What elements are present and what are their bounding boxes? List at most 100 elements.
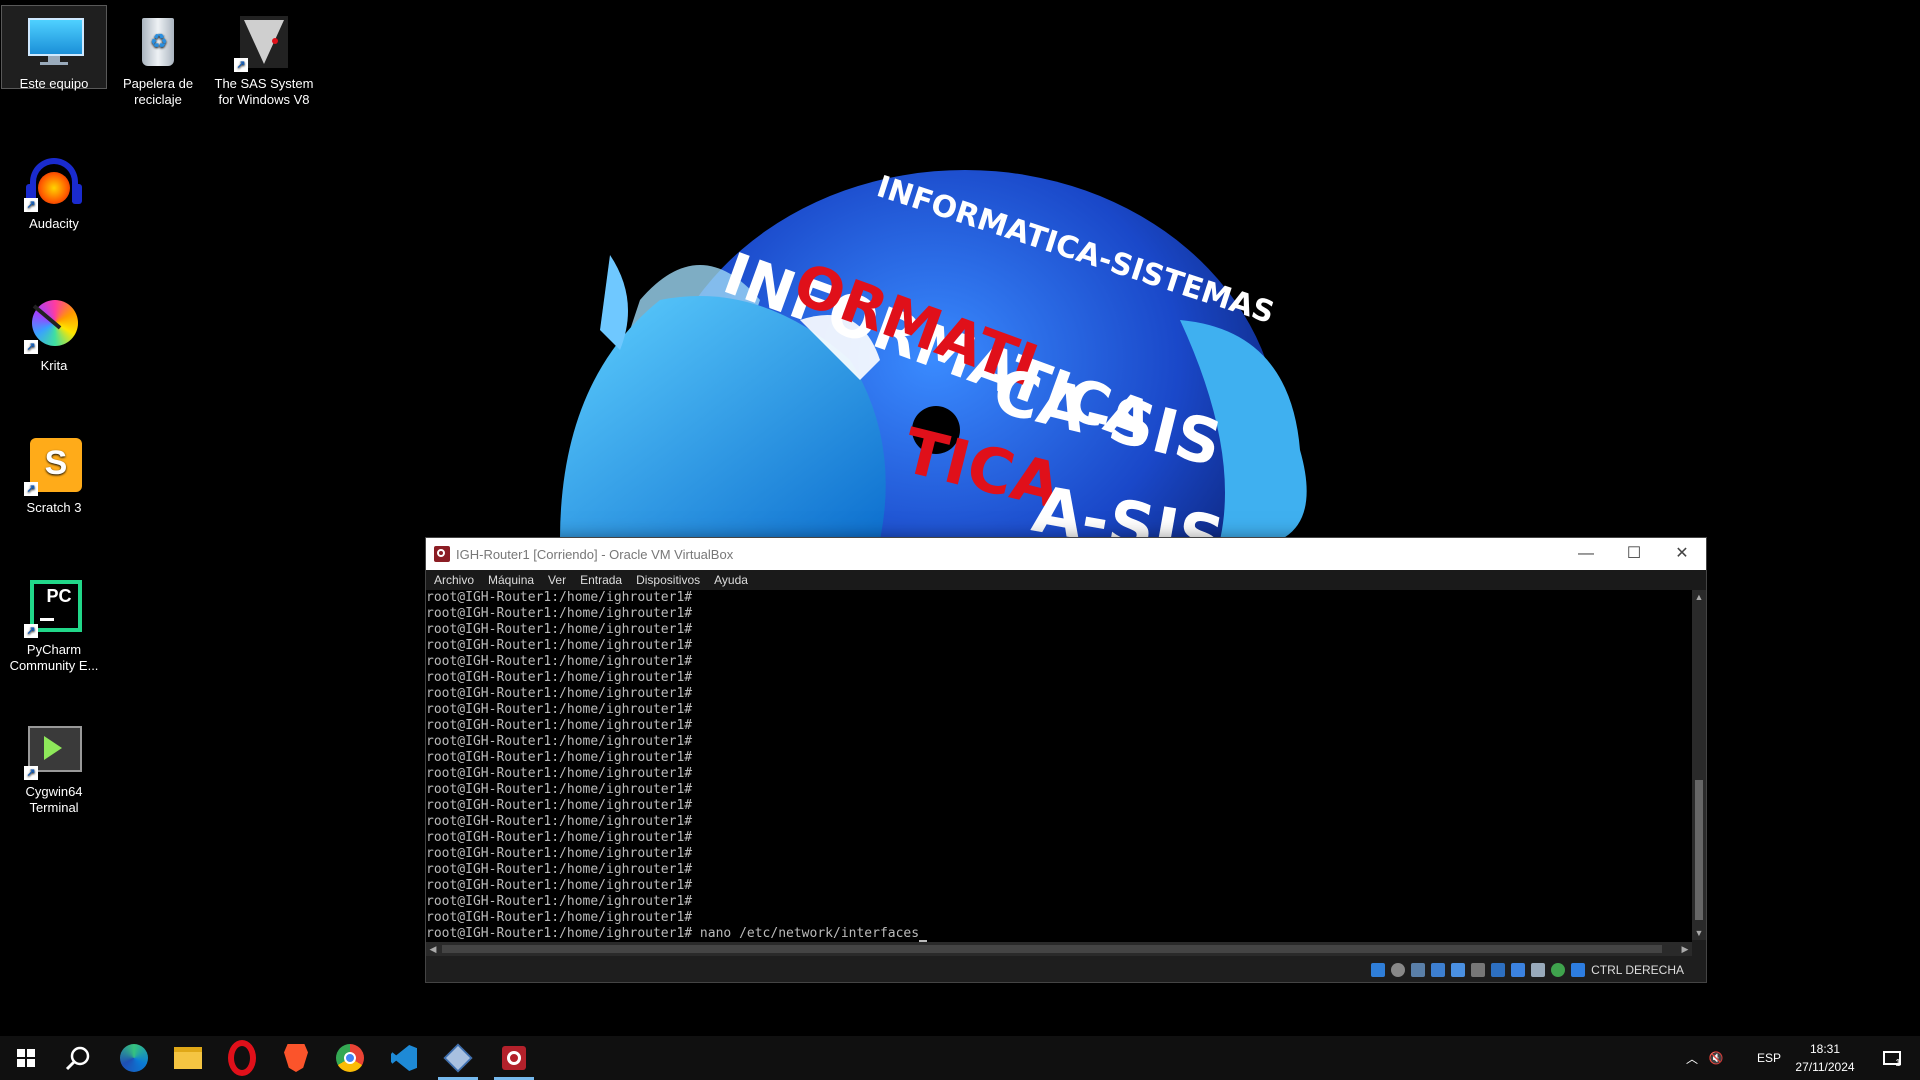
recording-icon[interactable] bbox=[1511, 963, 1526, 977]
menu-ver[interactable]: Ver bbox=[548, 573, 566, 587]
terminal-line: root@IGH-Router1:/home/ighrouter1# bbox=[426, 910, 693, 925]
horizontal-scrollbar[interactable]: ◀ ▶ bbox=[426, 942, 1692, 956]
clock[interactable]: 18:31 27/11/2024 bbox=[1790, 1036, 1860, 1080]
language-label: ESP bbox=[1756, 1051, 1781, 1065]
virtualbox-vm-icon bbox=[434, 546, 450, 562]
desktop-icon-pycharm[interactable]: PC ↗ PyCharm Community E... bbox=[2, 572, 106, 674]
shared-folders-icon[interactable] bbox=[1471, 963, 1486, 977]
terminal-line: root@IGH-Router1:/home/ighrouter1# bbox=[426, 654, 693, 669]
taskbar-vm-window[interactable] bbox=[488, 1036, 540, 1080]
taskbar-opera[interactable] bbox=[216, 1036, 268, 1080]
edge-icon bbox=[120, 1044, 148, 1072]
vt-x-icon[interactable] bbox=[1551, 963, 1566, 977]
shortcut-arrow-icon: ↗ bbox=[24, 340, 38, 354]
mouse-integration-icon[interactable] bbox=[1531, 963, 1546, 977]
search-icon bbox=[65, 1046, 90, 1071]
terminal-line: root@IGH-Router1:/home/ighrouter1# bbox=[426, 782, 693, 797]
desktop-icon-label: Cygwin64 Terminal bbox=[25, 784, 83, 815]
opera-icon bbox=[228, 1040, 256, 1076]
maximize-button[interactable]: ☐ bbox=[1610, 538, 1658, 570]
scrollbar-thumb[interactable] bbox=[1695, 780, 1703, 920]
krita-icon: ↗ bbox=[24, 294, 84, 354]
desktop-icon-label: Papelera de reciclaje bbox=[122, 76, 194, 107]
shortcut-arrow-icon: ↗ bbox=[24, 766, 38, 780]
terminal-line: root@IGH-Router1:/home/ighrouter1# bbox=[426, 814, 693, 829]
menu-bar: Archivo Máquina Ver Entrada Dispositivos… bbox=[426, 570, 1706, 590]
desktop-icon-este-equipo[interactable]: Este equipo bbox=[1, 5, 107, 91]
close-button[interactable]: ✕ bbox=[1658, 538, 1706, 570]
desktop-icon-krita[interactable]: ↗ Krita bbox=[2, 288, 106, 374]
chrome-icon bbox=[336, 1044, 364, 1072]
taskbar: ︿ 🔇 ESP 18:31 27/11/2024 1 bbox=[0, 1036, 1920, 1080]
desktop-icon-audacity[interactable]: ↗ Audacity bbox=[2, 146, 106, 232]
taskbar-edge[interactable] bbox=[108, 1036, 160, 1080]
desktop-icon-label: The SAS System for Windows V8 bbox=[214, 76, 314, 107]
terminal-line: root@IGH-Router1:/home/ighrouter1# bbox=[426, 846, 693, 861]
menu-ayuda[interactable]: Ayuda bbox=[714, 573, 748, 587]
usb-icon[interactable] bbox=[1451, 963, 1466, 977]
terminal-current-line: root@IGH-Router1:/home/ighrouter1# nano … bbox=[426, 926, 1692, 942]
desktop-icon-scratch[interactable]: S ↗ Scratch 3 bbox=[2, 430, 106, 516]
tray-overflow-button[interactable]: ︿ bbox=[1680, 1036, 1704, 1080]
desktop-icon-label: Audacity bbox=[29, 216, 79, 231]
desktop-icon-label: Scratch 3 bbox=[26, 500, 82, 515]
taskbar-chrome[interactable] bbox=[324, 1036, 376, 1080]
taskbar-search-button[interactable] bbox=[52, 1036, 104, 1080]
vm-status-bar: CTRL DERECHA bbox=[426, 958, 1706, 982]
language-indicator[interactable]: ESP bbox=[1752, 1036, 1786, 1080]
host-key-label: CTRL DERECHA bbox=[1591, 963, 1684, 977]
menu-archivo[interactable]: Archivo bbox=[434, 573, 474, 587]
clock-date: 27/11/2024 bbox=[1795, 1060, 1855, 1074]
scratch-icon: S ↗ bbox=[24, 436, 84, 496]
audacity-icon: ↗ bbox=[24, 152, 84, 212]
terminal-line: root@IGH-Router1:/home/ighrouter1# bbox=[426, 590, 693, 605]
scroll-left-icon[interactable]: ◀ bbox=[426, 942, 440, 956]
minimize-button[interactable]: — bbox=[1562, 538, 1610, 570]
terminal-line: root@IGH-Router1:/home/ighrouter1# bbox=[426, 830, 693, 845]
terminal-line: root@IGH-Router1:/home/ighrouter1# bbox=[426, 638, 693, 653]
start-button[interactable] bbox=[0, 1036, 52, 1080]
menu-entrada[interactable]: Entrada bbox=[580, 573, 622, 587]
terminal-line: root@IGH-Router1:/home/ighrouter1# bbox=[426, 622, 693, 637]
windows-start-icon bbox=[17, 1049, 35, 1067]
terminal-line: root@IGH-Router1:/home/ighrouter1# bbox=[426, 766, 693, 781]
taskbar-file-explorer[interactable] bbox=[162, 1036, 214, 1080]
audio-icon[interactable] bbox=[1411, 963, 1426, 977]
taskbar-brave[interactable] bbox=[270, 1036, 322, 1080]
menu-maquina[interactable]: Máquina bbox=[488, 573, 534, 587]
volume-button[interactable]: 🔇 bbox=[1704, 1036, 1728, 1080]
optical-drive-icon[interactable] bbox=[1391, 963, 1406, 977]
terminal-line: root@IGH-Router1:/home/ighrouter1# bbox=[426, 862, 693, 877]
terminal-line: root@IGH-Router1:/home/ighrouter1# bbox=[426, 750, 693, 765]
monitor-icon bbox=[24, 12, 84, 72]
terminal-line: root@IGH-Router1:/home/ighrouter1# bbox=[426, 606, 693, 621]
taskbar-vscode[interactable] bbox=[378, 1036, 430, 1080]
clock-time: 18:31 bbox=[1809, 1042, 1841, 1056]
vertical-scrollbar[interactable]: ▲ ▼ bbox=[1692, 590, 1706, 940]
keyboard-capture-icon[interactable] bbox=[1571, 963, 1586, 977]
scroll-right-icon[interactable]: ▶ bbox=[1678, 942, 1692, 956]
brave-icon bbox=[284, 1044, 308, 1072]
display-icon[interactable] bbox=[1491, 963, 1506, 977]
shortcut-arrow-icon: ↗ bbox=[24, 198, 38, 212]
vm-window-icon bbox=[502, 1046, 526, 1070]
taskbar-virtualbox[interactable] bbox=[432, 1036, 484, 1080]
hard-disk-icon[interactable] bbox=[1371, 963, 1386, 977]
desktop-icon-cygwin[interactable]: ↗ Cygwin64 Terminal bbox=[2, 714, 106, 816]
terminal-line: root@IGH-Router1:/home/ighrouter1# bbox=[426, 702, 693, 717]
terminal-line: root@IGH-Router1:/home/ighrouter1# bbox=[426, 798, 693, 813]
scroll-down-icon[interactable]: ▼ bbox=[1692, 926, 1706, 940]
scroll-up-icon[interactable]: ▲ bbox=[1692, 590, 1706, 604]
desktop-icon-sas-system[interactable]: ↗ The SAS System for Windows V8 bbox=[212, 6, 316, 108]
network-icon[interactable] bbox=[1431, 963, 1446, 977]
window-titlebar[interactable]: IGH-Router1 [Corriendo] - Oracle VM Virt… bbox=[426, 538, 1706, 570]
menu-dispositivos[interactable]: Dispositivos bbox=[636, 573, 700, 587]
vm-terminal-screen[interactable]: root@IGH-Router1:/home/ighrouter1# root@I… bbox=[426, 590, 1692, 950]
desktop-icon-papelera[interactable]: ♻ Papelera de reciclaje bbox=[106, 6, 210, 108]
virtualbox-window[interactable]: IGH-Router1 [Corriendo] - Oracle VM Virt… bbox=[425, 537, 1707, 983]
desktop-icon-label: PyCharm Community E... bbox=[9, 642, 99, 673]
shortcut-arrow-icon: ↗ bbox=[24, 482, 38, 496]
file-explorer-icon bbox=[174, 1047, 202, 1069]
scrollbar-thumb[interactable] bbox=[442, 945, 1662, 953]
notification-center-button[interactable]: 1 bbox=[1872, 1036, 1912, 1080]
